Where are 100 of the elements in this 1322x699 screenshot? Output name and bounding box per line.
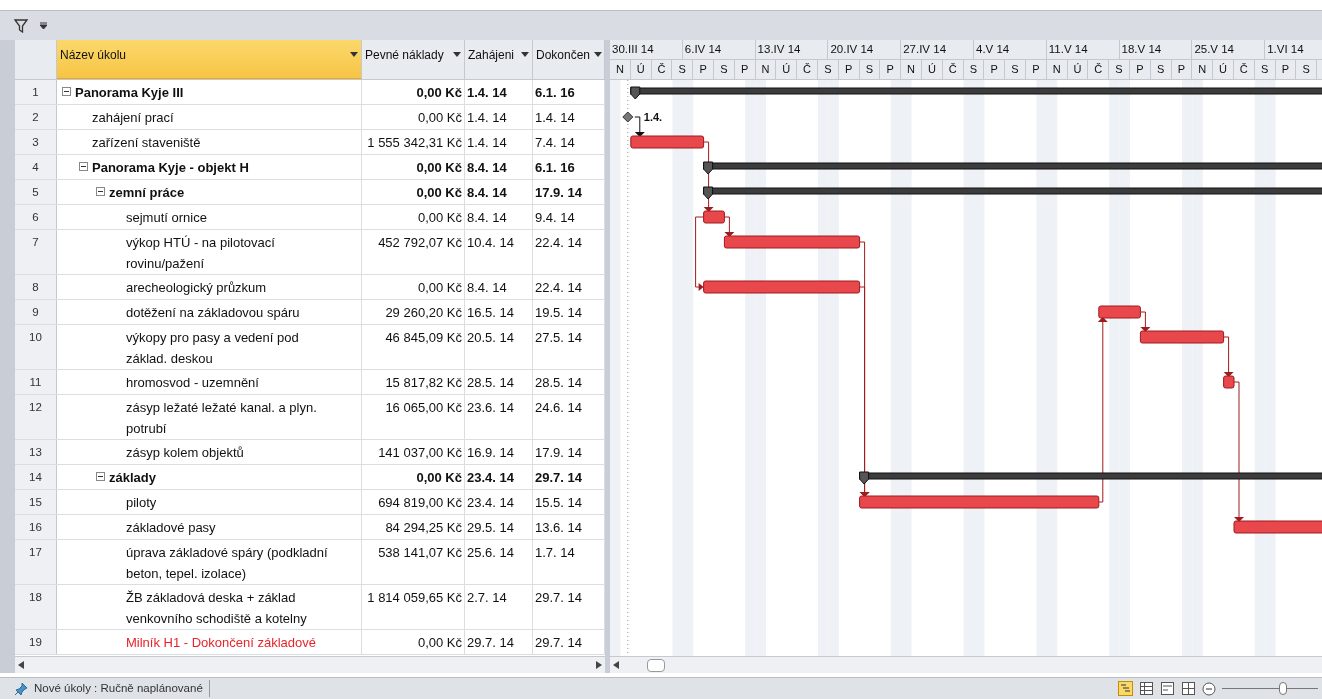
timescale-week: 13.IV 14 [755,40,829,59]
start-cell: 16.9. 14 [465,440,533,464]
cost-cell: 452 792,07 Kč [362,230,465,274]
task-name: hromosvod - uzemnění [126,374,259,392]
row-number: 15 [15,490,57,514]
timescale-week: 18.V 14 [1119,40,1193,59]
timescale-day: Č [797,60,818,79]
cost-cell: 15 817,82 Kč [362,370,465,394]
dependency-arrow [634,116,645,137]
timescale-day: P [693,60,714,79]
task-name: dotěžení na základovou spáru [126,304,300,322]
grid-view-icon[interactable] [1181,681,1196,696]
row-number: 5 [15,180,57,204]
start-cell: 2.7. 14 [465,585,533,629]
cost-cell: 0,00 Kč [362,180,465,204]
task-name: zařízení staveniště [92,134,201,152]
start-cell: 20.5. 14 [465,325,533,369]
timescale-day: Ú [776,60,798,79]
task-bar[interactable] [1098,305,1141,319]
cost-cell: 84 294,25 Kč [362,515,465,539]
dependency-arrow [703,141,714,212]
start-cell: 10.4. 14 [465,230,533,274]
zoom-slider-thumb[interactable] [1279,681,1288,695]
collapse-toggle[interactable] [62,87,71,96]
start-cell: 23.6. 14 [465,395,533,439]
scroll-thumb[interactable] [647,658,665,672]
cost-cell: 0,00 Kč [362,105,465,129]
scroll-left-icon[interactable] [613,661,619,669]
task-name: zahájení prací [92,109,174,127]
timescale-week: 4.V 14 [974,40,1047,59]
timescale-day: Č [651,60,673,79]
dropdown-arrow-icon [521,52,529,57]
summary-bar[interactable] [859,471,1322,485]
dropdown-arrow-icon [453,52,461,57]
cost-cell: 141 037,00 Kč [362,440,465,464]
table-view-icon[interactable] [1139,681,1154,696]
start-cell: 28.5. 14 [465,370,533,394]
timescale-day: N [1046,60,1068,79]
timescale-day: N [901,60,922,79]
timescale-day: Č [1088,60,1110,79]
summary-bar[interactable] [703,186,1322,200]
timescale-week: 11.V 14 [1046,40,1120,59]
summary-bar[interactable] [703,161,1322,175]
timescale-day: Ú [1067,60,1089,79]
task-name: sejmutí ornice [126,209,207,227]
collapse-toggle[interactable] [96,187,105,196]
start-cell: 16.5. 14 [465,300,533,324]
row-number: 17 [15,540,57,584]
column-header[interactable]: Pevné náklady [362,40,465,79]
cost-cell: 16 065,00 Kč [362,395,465,439]
customize-arrow-icon[interactable] [40,22,47,29]
horizontal-scrollbar[interactable] [15,656,605,673]
row-number: 3 [15,130,57,154]
task-name: arecheologický průzkum [126,279,267,297]
collapse-toggle[interactable] [96,472,105,481]
timescale-week: 25.V 14 [1192,40,1266,59]
dependency-arrow [1139,311,1151,332]
dependency-arrow [723,216,735,237]
timescale-day: S [1005,60,1026,79]
timescale-week: 6.IV 14 [682,40,756,59]
zoom-out-icon[interactable] [1202,681,1216,696]
task-bar[interactable] [1139,330,1225,344]
column-header[interactable]: Název úkolu [57,40,362,79]
task-bar[interactable] [630,135,705,149]
timescale-day: P [1171,60,1193,79]
timescale-day: P [880,60,902,79]
summary-bar[interactable] [630,86,1322,100]
milestone-diamond[interactable] [622,111,634,123]
timescale-day: S [1296,60,1318,79]
task-name: Milník H1 - Dokončení základové [126,634,317,652]
timescale-day: N [610,60,631,79]
status-text[interactable]: Nové úkoly : Ručně naplánované [34,679,210,698]
start-cell: 8.4. 14 [465,275,533,299]
row-number: 10 [15,325,57,369]
task-name: základové pasy [126,519,216,537]
scroll-right-icon[interactable] [596,661,602,669]
gantt-view-icon[interactable] [1118,681,1133,696]
timescale-day: S [714,60,735,79]
task-name: Panorama Kyje III [75,84,184,102]
form-view-icon[interactable] [1160,681,1175,696]
task-bar[interactable] [1223,375,1235,389]
cost-cell: 0,00 Kč [362,275,465,299]
task-name: zásyp kolem objektů [126,444,244,462]
row-number: 18 [15,585,57,629]
dependency-arrow [1223,336,1234,377]
task-name: piloty [126,494,157,512]
column-header[interactable]: Zahájeni [465,40,533,79]
task-name: úprava základové spáry (podkladní beton, tepel. izolace) [126,544,329,583]
filter-icon[interactable] [14,18,28,33]
timescale-day: Ú [921,60,943,79]
collapse-toggle[interactable] [79,162,88,171]
scroll-left-icon[interactable] [18,661,24,669]
start-cell: 1.4. 14 [465,130,533,154]
row-number: 1 [15,80,57,104]
start-cell: 8.4. 14 [465,155,533,179]
start-cell: 23.4. 14 [465,490,533,514]
horizontal-scrollbar[interactable] [610,656,1322,673]
row-number: 19 [15,630,57,654]
row-number: 13 [15,440,57,464]
task-bar[interactable] [703,210,725,224]
